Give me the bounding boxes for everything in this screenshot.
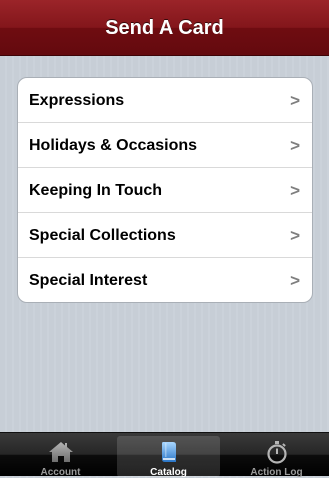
list-item-special-collections[interactable]: Special Collections > (18, 213, 312, 258)
chevron-right-icon: > (290, 136, 300, 155)
tab-label: Action Log (250, 467, 303, 478)
list-item-label: Holidays & Occasions (29, 137, 198, 154)
list-item-label: Special Collections (29, 227, 176, 244)
list-item-label: Special Interest (29, 272, 148, 289)
list-item-expressions[interactable]: Expressions > (18, 78, 312, 123)
tab-account[interactable]: Account (9, 436, 112, 478)
book-icon (161, 442, 176, 462)
stopwatch-icon (266, 441, 287, 464)
navigation-bar: Send A Card (0, 0, 329, 56)
chevron-right-icon: > (290, 226, 300, 245)
list-item-special-interest[interactable]: Special Interest > (18, 258, 312, 302)
tab-label: Account (40, 467, 81, 478)
list-item-label: Expressions (29, 92, 125, 109)
tab-label: Catalog (150, 467, 187, 478)
list-item-holidays-occasions[interactable]: Holidays & Occasions > (18, 123, 312, 168)
category-list: Expressions > Holidays & Occasions > Kee… (17, 77, 313, 303)
chevron-right-icon: > (290, 271, 300, 290)
list-item-keeping-in-touch[interactable]: Keeping In Touch > (18, 168, 312, 213)
house-icon (48, 442, 73, 462)
tab-catalog[interactable]: Catalog (117, 436, 220, 478)
page-title: Send A Card (105, 17, 224, 39)
catalog-content: Expressions > Holidays & Occasions > Kee… (0, 56, 329, 432)
list-item-label: Keeping In Touch (29, 182, 163, 199)
chevron-right-icon: > (290, 91, 300, 110)
tab-bar: Account Catalog Action Log (0, 432, 329, 478)
chevron-right-icon: > (290, 181, 300, 200)
tab-action-log[interactable]: Action Log (225, 436, 328, 478)
